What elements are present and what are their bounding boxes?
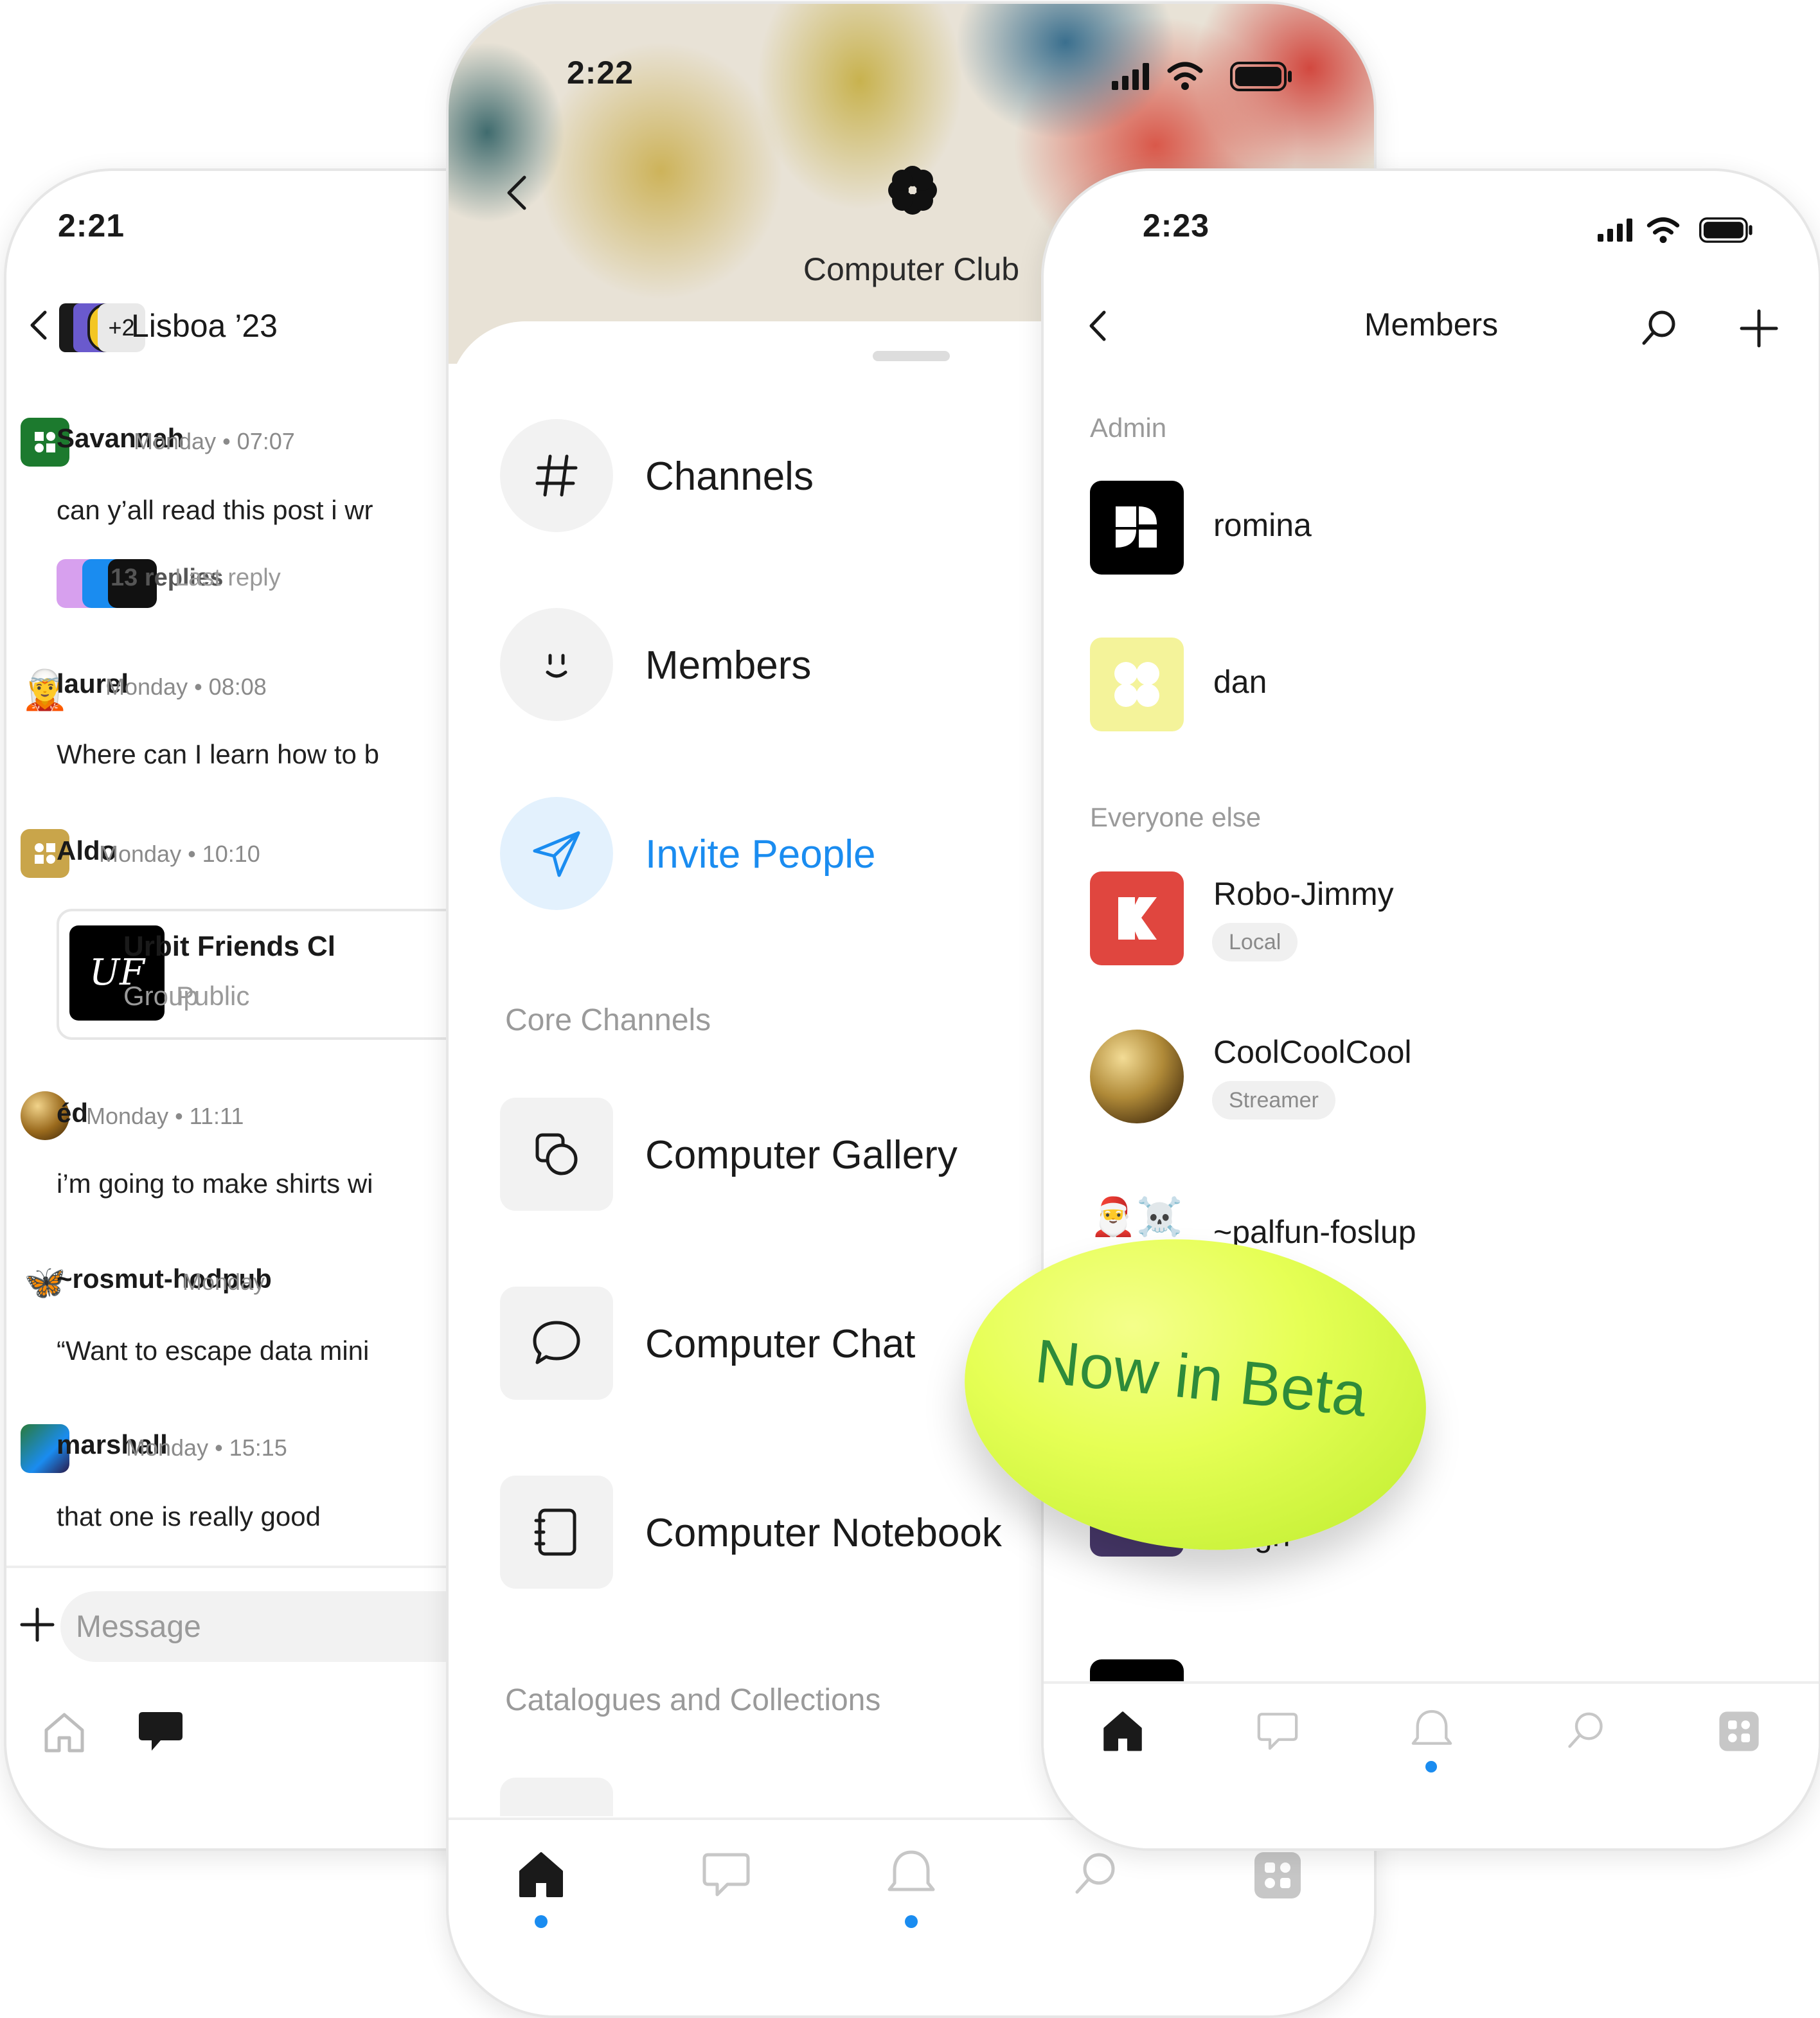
channel-label-notebook[interactable]: Computer Notebook xyxy=(645,1510,1002,1556)
channel-item-partial[interactable] xyxy=(500,1778,613,1816)
apps-icon[interactable] xyxy=(1252,1850,1303,1901)
home-active-dot xyxy=(535,1915,548,1928)
member-name[interactable]: dan xyxy=(1213,663,1267,701)
battery-icon xyxy=(1699,217,1753,243)
member-avatar[interactable] xyxy=(1090,871,1184,965)
section-header-catalogues: Catalogues and Collections xyxy=(505,1683,881,1717)
signal-icon xyxy=(1112,63,1149,90)
message-placeholder: Message xyxy=(76,1610,201,1644)
notifications-icon[interactable] xyxy=(884,1846,938,1904)
home-icon[interactable] xyxy=(515,1848,567,1900)
group-card-title: Urbit Friends Cl xyxy=(123,931,336,962)
message-timestamp: Monday • 08:08 xyxy=(105,674,267,700)
home-icon[interactable] xyxy=(1100,1708,1145,1753)
menu-label-members[interactable]: Members xyxy=(645,643,811,688)
search-icon[interactable] xyxy=(1563,1708,1608,1753)
battery-icon xyxy=(1230,62,1292,91)
messages-icon[interactable] xyxy=(699,1848,753,1900)
smile-icon xyxy=(546,654,567,678)
send-icon xyxy=(533,831,580,877)
add-attachment-icon[interactable] xyxy=(18,1605,57,1644)
messages-icon[interactable] xyxy=(135,1707,186,1756)
member-tag: Streamer xyxy=(1212,1081,1335,1120)
signal-icon xyxy=(1598,219,1632,242)
channel-item-chat-icon-box[interactable] xyxy=(500,1287,613,1400)
notifications-dot xyxy=(905,1915,918,1928)
channel-label-gallery[interactable]: Computer Gallery xyxy=(645,1132,958,1178)
channel-item-notebook-icon-box[interactable] xyxy=(500,1476,613,1589)
invite-people-button[interactable] xyxy=(500,797,613,910)
group-flower-icon xyxy=(888,166,937,215)
member-name[interactable]: CoolCoolCool xyxy=(1213,1033,1412,1071)
message-timestamp: Monday • 10:10 xyxy=(99,841,260,867)
gallery-icon xyxy=(535,1133,578,1175)
message-timestamp: Monday xyxy=(183,1269,265,1295)
message-text: “Want to escape data mini xyxy=(57,1335,370,1366)
add-member-icon[interactable] xyxy=(1739,308,1779,348)
section-header-core-channels: Core Channels xyxy=(505,1003,711,1037)
member-emoji-avatar[interactable]: 🎅☠️ xyxy=(1090,1192,1184,1243)
message-text: can y’all read this post i wr xyxy=(57,495,373,525)
message-text: that one is really good xyxy=(57,1501,321,1531)
author-name[interactable]: éd xyxy=(57,1098,88,1129)
tabbar-divider xyxy=(1044,1681,1819,1684)
wifi-icon xyxy=(1646,217,1680,244)
member-name[interactable]: Robo-Jimmy xyxy=(1213,875,1394,913)
menu-label-channels[interactable]: Channels xyxy=(645,454,814,499)
message-text: Where can I learn how to b xyxy=(57,739,379,769)
back-icon[interactable] xyxy=(26,308,51,342)
message-text: i’m going to make shirts wi xyxy=(57,1168,373,1199)
status-time: 2:23 xyxy=(1143,208,1210,244)
group-card-visibility: Public xyxy=(176,981,250,1011)
chat-bubble-icon xyxy=(533,1321,580,1364)
notifications-icon[interactable] xyxy=(1409,1706,1455,1756)
channels-button[interactable] xyxy=(500,419,613,532)
chat-title: Lisboa ’23 xyxy=(131,308,278,344)
section-header-everyone: Everyone else xyxy=(1090,802,1262,832)
members-button[interactable] xyxy=(500,608,613,721)
menu-label-invite[interactable]: Invite People xyxy=(645,832,875,877)
hash-icon xyxy=(535,454,578,497)
home-icon[interactable] xyxy=(40,1708,89,1757)
member-tag: Local xyxy=(1212,923,1298,961)
member-avatar[interactable] xyxy=(1090,481,1184,575)
channel-label-chat[interactable]: Computer Chat xyxy=(645,1321,915,1367)
notifications-dot xyxy=(1425,1761,1437,1772)
back-icon[interactable] xyxy=(504,174,530,212)
last-reply-label: Last reply xyxy=(175,564,281,591)
search-icon[interactable] xyxy=(1639,307,1680,348)
member-name[interactable]: ~palfun-foslup xyxy=(1213,1213,1416,1251)
messages-icon[interactable] xyxy=(1254,1708,1301,1753)
notebook-icon xyxy=(534,1508,576,1556)
sheet-handle[interactable] xyxy=(873,351,950,361)
message-timestamp: Monday • 11:11 xyxy=(86,1103,244,1129)
section-header-admin: Admin xyxy=(1090,413,1167,443)
search-icon[interactable] xyxy=(1069,1848,1121,1900)
member-avatar[interactable] xyxy=(1090,638,1184,731)
members-phone: 2:23 Members Admin romina dan Everyone e… xyxy=(1041,168,1820,1851)
member-name[interactable]: romina xyxy=(1213,506,1312,544)
page-title: Members xyxy=(1364,307,1499,343)
apps-icon[interactable] xyxy=(1717,1710,1761,1753)
message-timestamp: Monday • 07:07 xyxy=(134,428,295,454)
status-time: 2:22 xyxy=(567,55,634,91)
message-timestamp: Monday • 15:15 xyxy=(126,1434,287,1461)
wifi-icon xyxy=(1167,62,1203,90)
member-avatar[interactable] xyxy=(1090,1030,1184,1123)
status-time: 2:21 xyxy=(58,208,125,244)
channel-item-gallery-icon-box[interactable] xyxy=(500,1098,613,1211)
